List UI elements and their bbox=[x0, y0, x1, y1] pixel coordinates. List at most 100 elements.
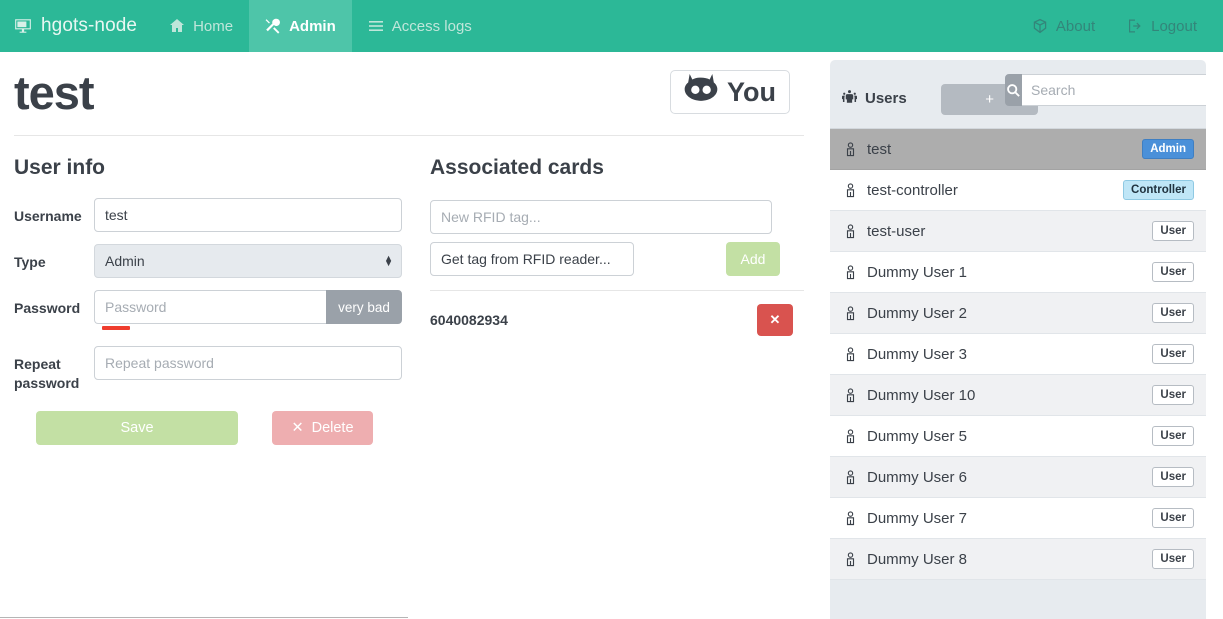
new-rfid-tag-input[interactable] bbox=[430, 200, 772, 235]
user-name: Dummy User 3 bbox=[867, 345, 968, 363]
main-content: test You User info Username Type bbox=[0, 52, 818, 619]
user-list-item[interactable]: Dummy User 6 User bbox=[830, 457, 1206, 498]
repeat-password-label: Repeat password bbox=[14, 356, 80, 392]
close-icon: ✕ bbox=[769, 312, 781, 328]
nav-item-logout-label: Logout bbox=[1151, 17, 1197, 35]
person-icon bbox=[844, 182, 864, 198]
person-icon bbox=[844, 264, 864, 280]
user-list: test Admin test-controller Controller te… bbox=[830, 128, 1206, 580]
user-role-badge: User bbox=[1152, 508, 1194, 528]
nav-item-home-label: Home bbox=[193, 17, 234, 35]
user-name: Dummy User 2 bbox=[867, 304, 968, 322]
username-input[interactable] bbox=[94, 198, 402, 233]
user-role-badge: User bbox=[1152, 549, 1194, 569]
person-icon bbox=[844, 428, 864, 444]
nav-item-admin-label: Admin bbox=[289, 17, 336, 35]
nav-items: Home Admin Access logs bbox=[153, 0, 488, 52]
person-icon bbox=[844, 346, 864, 362]
associated-cards-panel: Associated cards Get tag from RFID reade… bbox=[414, 156, 804, 445]
user-list-item[interactable]: test-user User bbox=[830, 211, 1206, 252]
user-list-item[interactable]: Dummy User 5 User bbox=[830, 416, 1206, 457]
users-sidebar: Users + test Admin bbox=[830, 60, 1206, 619]
users-title: Users bbox=[842, 89, 907, 108]
type-label: Type bbox=[14, 254, 46, 271]
search-input[interactable] bbox=[1022, 74, 1206, 106]
user-list-item[interactable]: Dummy User 2 User bbox=[830, 293, 1206, 334]
reader-row: Get tag from RFID reader... Add bbox=[430, 242, 804, 277]
search-icon[interactable] bbox=[1005, 74, 1022, 106]
user-name: test-controller bbox=[867, 181, 958, 199]
person-icon bbox=[844, 551, 864, 567]
person-icon bbox=[844, 510, 864, 526]
user-name: Dummy User 1 bbox=[867, 263, 968, 281]
associated-cards-heading: Associated cards bbox=[430, 156, 604, 180]
username-label: Username bbox=[14, 208, 82, 225]
user-list-item[interactable]: Dummy User 10 User bbox=[830, 375, 1206, 416]
user-list-item[interactable]: Dummy User 3 User bbox=[830, 334, 1206, 375]
nav-item-logout[interactable]: Logout bbox=[1111, 0, 1213, 52]
type-row: Type Admin ▲ ▼ bbox=[14, 244, 414, 279]
save-button[interactable]: Save bbox=[36, 411, 238, 446]
form-actions: Save ✕ Delete bbox=[36, 411, 414, 446]
user-list-item[interactable]: test Admin bbox=[830, 129, 1206, 170]
nav-item-access-logs-label: Access logs bbox=[391, 17, 472, 35]
type-select[interactable]: Admin bbox=[94, 244, 402, 279]
brand-link[interactable]: hgots-node bbox=[0, 0, 153, 52]
footer-divider bbox=[0, 617, 408, 618]
password-row: Password very bad bbox=[14, 290, 414, 331]
sidebar-scrollbar[interactable] bbox=[1198, 60, 1206, 619]
user-role-badge: User bbox=[1152, 344, 1194, 364]
remove-card-button[interactable]: ✕ bbox=[757, 304, 793, 337]
user-role-badge: User bbox=[1152, 303, 1194, 323]
hubot-icon bbox=[684, 73, 718, 111]
user-name: test-user bbox=[867, 222, 926, 240]
nav-item-about[interactable]: About bbox=[1016, 0, 1111, 52]
person-icon bbox=[844, 387, 864, 403]
content-columns: User info Username Type Admin ▲▼ bbox=[14, 156, 804, 446]
user-name: Dummy User 10 bbox=[867, 386, 976, 404]
package-icon bbox=[1032, 18, 1048, 34]
nav-item-home[interactable]: Home bbox=[153, 0, 249, 52]
sign-out-icon bbox=[1127, 18, 1143, 34]
users-title-label: Users bbox=[865, 90, 907, 107]
user-role-badge: User bbox=[1152, 221, 1194, 241]
nav-item-about-label: About bbox=[1055, 17, 1096, 35]
user-info-panel: User info Username Type Admin ▲▼ bbox=[14, 156, 414, 446]
title-divider bbox=[14, 135, 804, 137]
you-badge-label: You bbox=[727, 76, 776, 107]
user-name: Dummy User 8 bbox=[867, 550, 968, 568]
nav-item-admin[interactable]: Admin bbox=[249, 0, 352, 52]
cards-divider bbox=[430, 290, 804, 292]
user-list-item[interactable]: Dummy User 8 User bbox=[830, 539, 1206, 580]
delete-button[interactable]: ✕ Delete bbox=[272, 411, 373, 446]
user-list-item[interactable]: Dummy User 1 User bbox=[830, 252, 1206, 293]
user-role-badge: Admin bbox=[1142, 139, 1194, 159]
user-role-badge: User bbox=[1152, 385, 1194, 405]
person-icon bbox=[844, 305, 864, 321]
card-tag-value: 6040082934 bbox=[430, 312, 508, 329]
home-icon bbox=[169, 18, 185, 34]
you-badge[interactable]: You bbox=[670, 70, 790, 114]
repeat-password-row: Repeat password bbox=[14, 346, 414, 393]
password-strength-bar bbox=[102, 326, 130, 331]
user-info-heading: User info bbox=[14, 156, 106, 180]
person-icon bbox=[844, 141, 864, 157]
users-sidebar-header: Users + bbox=[830, 60, 1206, 128]
brand-label: hgots-node bbox=[41, 15, 138, 36]
navbar: hgots-node Home Admin Access logs About … bbox=[0, 0, 1223, 52]
user-list-item[interactable]: test-controller Controller bbox=[830, 170, 1206, 211]
person-icon bbox=[844, 469, 864, 485]
user-role-badge: User bbox=[1152, 262, 1194, 282]
nav-item-access-logs[interactable]: Access logs bbox=[352, 0, 488, 52]
get-tag-from-reader-button[interactable]: Get tag from RFID reader... bbox=[430, 242, 634, 277]
user-role-badge: User bbox=[1152, 467, 1194, 487]
user-list-item[interactable]: Dummy User 7 User bbox=[830, 498, 1206, 539]
user-name: Dummy User 6 bbox=[867, 468, 968, 486]
nav-right: About Logout bbox=[1016, 0, 1223, 52]
person-icon bbox=[844, 223, 864, 239]
device-desktop-icon bbox=[14, 17, 32, 35]
repeat-password-input[interactable] bbox=[94, 346, 402, 381]
user-search bbox=[1005, 74, 1206, 106]
password-input[interactable] bbox=[94, 290, 326, 325]
add-card-button[interactable]: Add bbox=[726, 242, 780, 277]
